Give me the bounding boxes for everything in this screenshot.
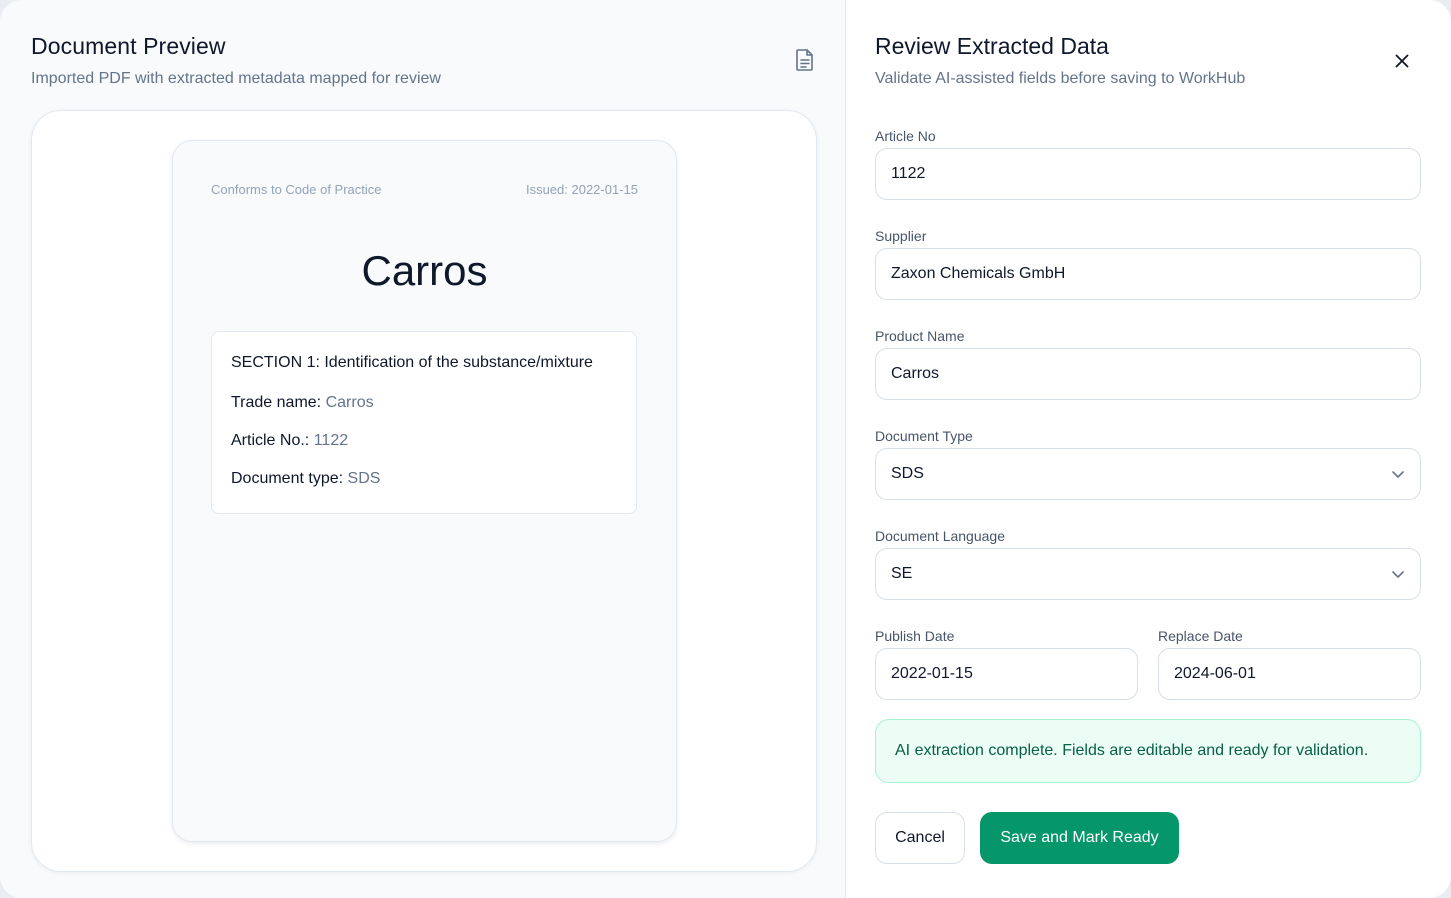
article-no-label: Article No bbox=[875, 128, 936, 144]
product-name-value: Carros bbox=[891, 365, 940, 382]
cancel-button[interactable]: Cancel bbox=[875, 812, 965, 864]
document-type-row: Document type: SDS bbox=[231, 468, 617, 489]
article-no-input[interactable]: 1122 bbox=[875, 148, 1421, 200]
close-icon bbox=[1395, 54, 1409, 68]
row-key: Document type: bbox=[231, 470, 344, 487]
publish-date-input[interactable]: 2022-01-15 bbox=[875, 648, 1138, 700]
document-language-label: Document Language bbox=[875, 528, 1005, 544]
product-name-input[interactable]: Carros bbox=[875, 348, 1421, 400]
section-title: SECTION 1: Identification of the substan… bbox=[231, 354, 593, 371]
replace-date-value: 2024-06-01 bbox=[1174, 665, 1256, 682]
supplier-label: Supplier bbox=[875, 228, 927, 244]
document-language-value: SE bbox=[891, 565, 913, 582]
review-subtitle: Validate AI-assisted fields before savin… bbox=[875, 70, 1246, 87]
chevron-down-icon bbox=[1392, 571, 1404, 578]
pdf-page: Conforms to Code of Practice Issued: 202… bbox=[172, 140, 677, 842]
publish-date-label: Publish Date bbox=[875, 628, 955, 644]
row-value: 1122 bbox=[313, 432, 349, 449]
trade-name-row: Trade name: Carros bbox=[231, 392, 617, 413]
document-type-label: Document Type bbox=[875, 428, 973, 444]
replace-date-label: Replace Date bbox=[1158, 628, 1243, 644]
review-title: Review Extracted Data bbox=[875, 33, 1109, 59]
section-identification-box: SECTION 1: Identification of the substan… bbox=[211, 331, 637, 514]
save-and-mark-ready-button[interactable]: Save and Mark Ready bbox=[980, 812, 1179, 864]
close-button[interactable] bbox=[1391, 50, 1413, 72]
app-window: Document Preview Imported PDF with extra… bbox=[0, 0, 1451, 898]
extraction-status-notice: AI extraction complete. Fields are edita… bbox=[875, 719, 1421, 783]
document-type-value: SDS bbox=[891, 465, 924, 482]
chevron-down-icon bbox=[1392, 471, 1404, 478]
supplier-value: Zaxon Chemicals GmbH bbox=[891, 265, 1066, 282]
supplier-input[interactable]: Zaxon Chemicals GmbH bbox=[875, 248, 1421, 300]
article-no-value: 1122 bbox=[891, 165, 926, 182]
replace-date-input[interactable]: 2024-06-01 bbox=[1158, 648, 1421, 700]
row-value: SDS bbox=[347, 470, 381, 487]
article-no-row: Article No.: 1122 bbox=[231, 430, 617, 451]
conforms-label: Conforms to Code of Practice bbox=[211, 182, 382, 197]
row-key: Trade name: bbox=[231, 394, 322, 411]
product-name-label: Product Name bbox=[875, 328, 965, 344]
publish-date-value: 2022-01-15 bbox=[891, 665, 973, 682]
row-value: Carros bbox=[325, 394, 374, 411]
pdf-preview-card: Conforms to Code of Practice Issued: 202… bbox=[31, 110, 817, 872]
document-type-select[interactable]: SDS bbox=[875, 448, 1421, 500]
document-icon[interactable] bbox=[794, 48, 816, 72]
document-language-select[interactable]: SE bbox=[875, 548, 1421, 600]
preview-title: Document Preview bbox=[31, 33, 226, 59]
document-preview-pane: Document Preview Imported PDF with extra… bbox=[0, 0, 846, 898]
row-key: Article No.: bbox=[231, 432, 310, 449]
review-panel: Review Extracted Data Validate AI-assist… bbox=[846, 0, 1451, 898]
pdf-product-title: Carros bbox=[361, 247, 488, 294]
preview-subtitle: Imported PDF with extracted metadata map… bbox=[31, 70, 441, 87]
issued-date-label: Issued: 2022-01-15 bbox=[525, 182, 638, 197]
